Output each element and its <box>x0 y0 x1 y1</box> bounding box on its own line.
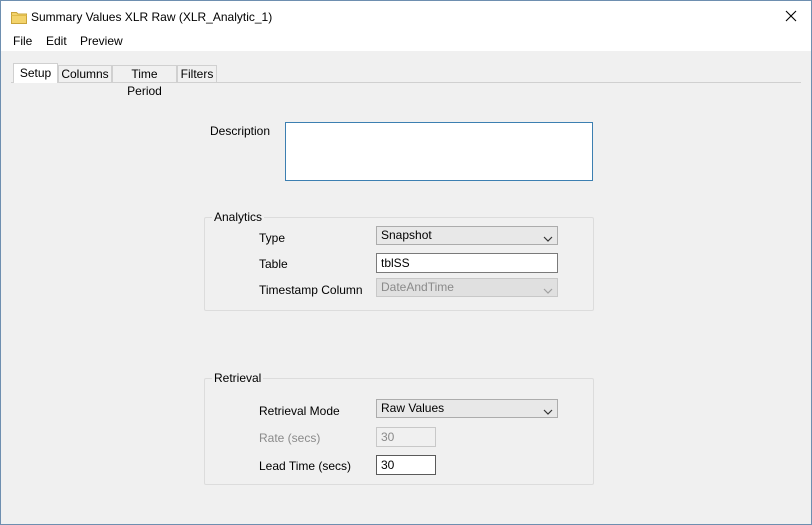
menu-bar: File Edit Preview <box>1 31 811 51</box>
title-bar[interactable]: Summary Values XLR Raw (XLR_Analytic_1) <box>1 1 811 31</box>
rate-field: 30 <box>376 427 436 447</box>
chevron-down-icon <box>543 231 553 248</box>
retrieval-mode-dropdown[interactable]: Raw Values <box>376 399 558 418</box>
close-icon <box>785 10 797 25</box>
lead-time-field[interactable]: 30 <box>376 455 436 475</box>
description-field[interactable] <box>285 122 593 181</box>
chevron-down-icon <box>543 404 553 421</box>
type-value: Snapshot <box>381 228 432 242</box>
close-button[interactable] <box>771 5 811 29</box>
tab-strip: Setup Columns Time Period Filters <box>11 63 801 98</box>
lead-time-label: Lead Time (secs) <box>259 459 352 473</box>
analytics-legend: Analytics <box>212 210 265 224</box>
type-label: Type <box>259 231 286 245</box>
table-label: Table <box>259 257 288 271</box>
menu-edit[interactable]: Edit <box>46 34 67 48</box>
tab-columns[interactable]: Columns <box>58 65 112 82</box>
timestamp-column-value: DateAndTime <box>381 280 454 294</box>
menu-file[interactable]: File <box>13 34 32 48</box>
description-label: Description <box>210 124 271 138</box>
rate-label: Rate (secs) <box>259 431 321 445</box>
timestamp-column-dropdown: DateAndTime <box>376 278 558 297</box>
type-dropdown[interactable]: Snapshot <box>376 226 558 245</box>
table-field[interactable]: tblSS <box>376 253 558 273</box>
retrieval-legend: Retrieval <box>212 371 264 385</box>
chevron-down-icon <box>543 283 553 300</box>
tab-filters[interactable]: Filters <box>177 65 217 82</box>
menu-preview[interactable]: Preview <box>80 34 123 48</box>
timestamp-column-label: Timestamp Column <box>259 283 363 297</box>
tab-time-period[interactable]: Time Period <box>112 65 177 98</box>
folder-icon <box>11 11 27 27</box>
tab-setup[interactable]: Setup <box>13 63 58 83</box>
main-window: Summary Values XLR Raw (XLR_Analytic_1) … <box>0 0 812 525</box>
retrieval-mode-label: Retrieval Mode <box>259 404 340 418</box>
window-title: Summary Values XLR Raw (XLR_Analytic_1) <box>31 10 273 24</box>
retrieval-mode-value: Raw Values <box>381 401 445 415</box>
